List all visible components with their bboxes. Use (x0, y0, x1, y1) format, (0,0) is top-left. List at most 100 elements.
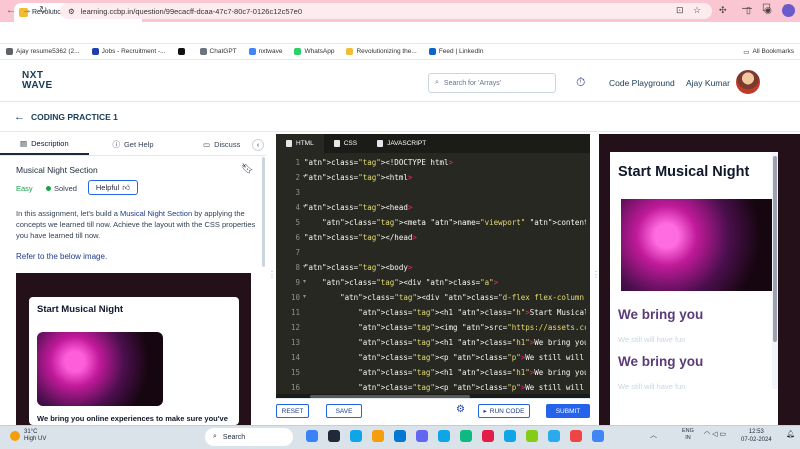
code-line[interactable]: "atn">class="tag"><div "atn">class="a"> (304, 275, 586, 290)
save-button[interactable]: SAVE (326, 404, 362, 418)
taskbar-app-icon[interactable] (438, 430, 450, 442)
difficulty-badge: Easy (16, 184, 33, 193)
weather-widget[interactable]: 31°C High UV (10, 429, 46, 443)
side-panel-icon[interactable]: ▯ (746, 5, 751, 16)
code-line[interactable]: "atn">class="tag"><head> (304, 200, 586, 215)
code-line[interactable]: "atn">class="tag"></head> (304, 230, 586, 245)
taskbar-app-icon[interactable] (592, 430, 604, 442)
concert-photo (37, 332, 163, 406)
output-fun-text: We still will have fun (618, 335, 686, 344)
tab-get-help[interactable]: ⓘ Get Help (89, 134, 178, 155)
taskbar-app-icon[interactable] (460, 430, 472, 442)
all-bookmarks-button[interactable]: ▭ All Bookmarks (743, 48, 794, 56)
bookmark-item[interactable]: WhatsApp (294, 48, 334, 55)
user-name[interactable]: Ajay Kumar (686, 78, 730, 88)
bookmark-item[interactable]: ChatGPT (199, 48, 237, 55)
battery-icon: ▭ (719, 431, 727, 438)
language-indicator[interactable]: ENG IN (682, 428, 694, 442)
code-line[interactable]: "atn">class="tag"><h1 "atn">class="h1">W… (304, 365, 586, 380)
bookmark-item[interactable]: Ajay resume5362 (2... (6, 48, 80, 55)
folder-icon: ▭ (743, 48, 750, 56)
back-nav-icon[interactable]: ← (6, 5, 16, 16)
nxtwave-logo[interactable]: NXT WAVE (22, 71, 53, 91)
output-fun-text: We still will have fun (618, 382, 686, 391)
back-arrow-icon[interactable]: ← (14, 111, 25, 123)
sun-icon (10, 431, 20, 441)
bookmark-item[interactable] (177, 48, 188, 55)
search-input[interactable]: ⌕ Search for 'Arrays' (428, 73, 556, 93)
code-line[interactable]: "atn">class="tag"><meta "atn">name="view… (304, 215, 586, 230)
tray-chevron-icon[interactable]: ︿ (650, 430, 657, 440)
line-gutter: 1 2 ▾ 3 4 ▾ 5 6 7 8 ▾ 9 ▾ 10 ▾ 11 12 13 14 15 16 (276, 153, 306, 398)
address-bar[interactable]: ⚙ learning.ccbp.in/question/99ecacff-dca… (60, 3, 712, 19)
code-line[interactable]: "atn">class="tag"><body> (304, 260, 586, 275)
taskbar-app-icon[interactable] (548, 430, 560, 442)
tab-css[interactable]: CSS (324, 134, 367, 153)
line-number: 8 (295, 263, 300, 272)
taskbar-app-icon[interactable] (372, 430, 384, 442)
code-line[interactable] (304, 185, 586, 200)
extensions-icon[interactable]: ✣ (719, 5, 727, 16)
clock[interactable]: 12:53 07-02-2024 (741, 428, 772, 444)
code-line[interactable]: "atn">class="tag"><h1 "atn">class="h1">W… (304, 335, 586, 350)
notification-icon[interactable]: 🔔︎ (786, 430, 795, 438)
taskbar-app-icon[interactable] (570, 430, 582, 442)
js-file-icon (377, 140, 384, 147)
taskbar-app-icon[interactable] (482, 430, 494, 442)
bookmark-icon[interactable]: 🔖︎ (241, 164, 254, 175)
bookmark-icon (248, 48, 256, 55)
submit-button[interactable]: SUBMIT (546, 404, 590, 418)
bookmark-star-icon[interactable]: ☆ (693, 5, 701, 16)
taskbar-app-icon[interactable] (306, 430, 318, 442)
collapse-panel-button[interactable]: ‹ (252, 139, 264, 151)
tab-description[interactable]: ▤ Description (0, 134, 89, 155)
taskbar-app-icon[interactable] (350, 430, 362, 442)
code-line[interactable]: "atn">class="tag"><p "atn">class="p">We … (304, 350, 586, 365)
line-number: 9 (295, 278, 300, 287)
play-icon: ▸ (483, 408, 487, 415)
profile-avatar[interactable] (782, 4, 795, 17)
left-scrollbar[interactable] (262, 157, 265, 267)
splitter-handle-left[interactable]: ⋮ (268, 270, 276, 279)
taskbar-app-icon[interactable] (394, 430, 406, 442)
help-icon: ⓘ (112, 140, 120, 149)
line-number: 10 (290, 293, 300, 302)
code-line[interactable]: "atn">class="tag"><div "atn">class="d-fl… (304, 290, 586, 305)
bookmark-item[interactable]: nxtwave (248, 48, 282, 55)
app-header (0, 60, 800, 102)
google-lens-icon[interactable]: ◉ (764, 5, 772, 16)
tab-html[interactable]: HTML (276, 134, 324, 153)
tab-javascript[interactable]: JAVASCRIPT (367, 134, 436, 153)
reset-button[interactable]: RESET (276, 404, 309, 418)
code-line[interactable]: "atn">class="tag"><img "atn">src="https:… (304, 320, 586, 335)
code-playground-link[interactable]: Code Playground (609, 78, 675, 88)
helpful-button[interactable]: Helpful 👍︎ (88, 180, 138, 195)
taskbar-app-icon[interactable] (416, 430, 428, 442)
code-line[interactable]: "atn">class="tag"><p "atn">class="p">We … (304, 380, 586, 395)
run-code-button[interactable]: ▸ RUN CODE (478, 404, 530, 418)
reload-icon[interactable]: ↻ (39, 5, 47, 16)
taskbar-app-icon[interactable] (526, 430, 538, 442)
user-avatar[interactable] (736, 70, 760, 94)
bookmarks-bar: Ajay resume5362 (2... Jobs - Recruitment… (0, 44, 800, 60)
taskbar-search[interactable]: ⌕ Search (205, 428, 293, 446)
bookmark-item[interactable]: Feed | LinkedIn (428, 48, 484, 55)
system-tray-icons[interactable]: ◠ ◁ ▭ (704, 430, 726, 438)
settings-gear-icon[interactable]: ⚙ (456, 404, 465, 415)
site-info-icon[interactable]: ⚙ (68, 7, 75, 16)
line-number: 7 (295, 248, 300, 257)
forward-nav-icon[interactable]: → (22, 5, 32, 16)
code-line[interactable] (304, 245, 586, 260)
output-scroll-thumb[interactable] (773, 156, 777, 342)
taskbar-app-icon[interactable] (504, 430, 516, 442)
bookmark-item[interactable]: Jobs - Recruitment -... (91, 48, 166, 55)
code-line[interactable]: "atn">class="tag"><html> (304, 170, 586, 185)
stopwatch-icon[interactable]: ⏱ (576, 75, 585, 90)
html5-icon (286, 140, 292, 147)
bookmark-item[interactable]: Revolutionizing the... (346, 48, 417, 55)
taskbar-app-icon[interactable] (328, 430, 340, 442)
question-title: Musical Night Section (16, 165, 98, 175)
code-line[interactable]: "atn">class="tag"><h1 "atn">class="h">St… (304, 305, 586, 320)
code-line[interactable]: "atn">class="tag"><!DOCTYPE html> (304, 155, 586, 170)
install-app-icon[interactable]: ⊡ (676, 5, 684, 16)
